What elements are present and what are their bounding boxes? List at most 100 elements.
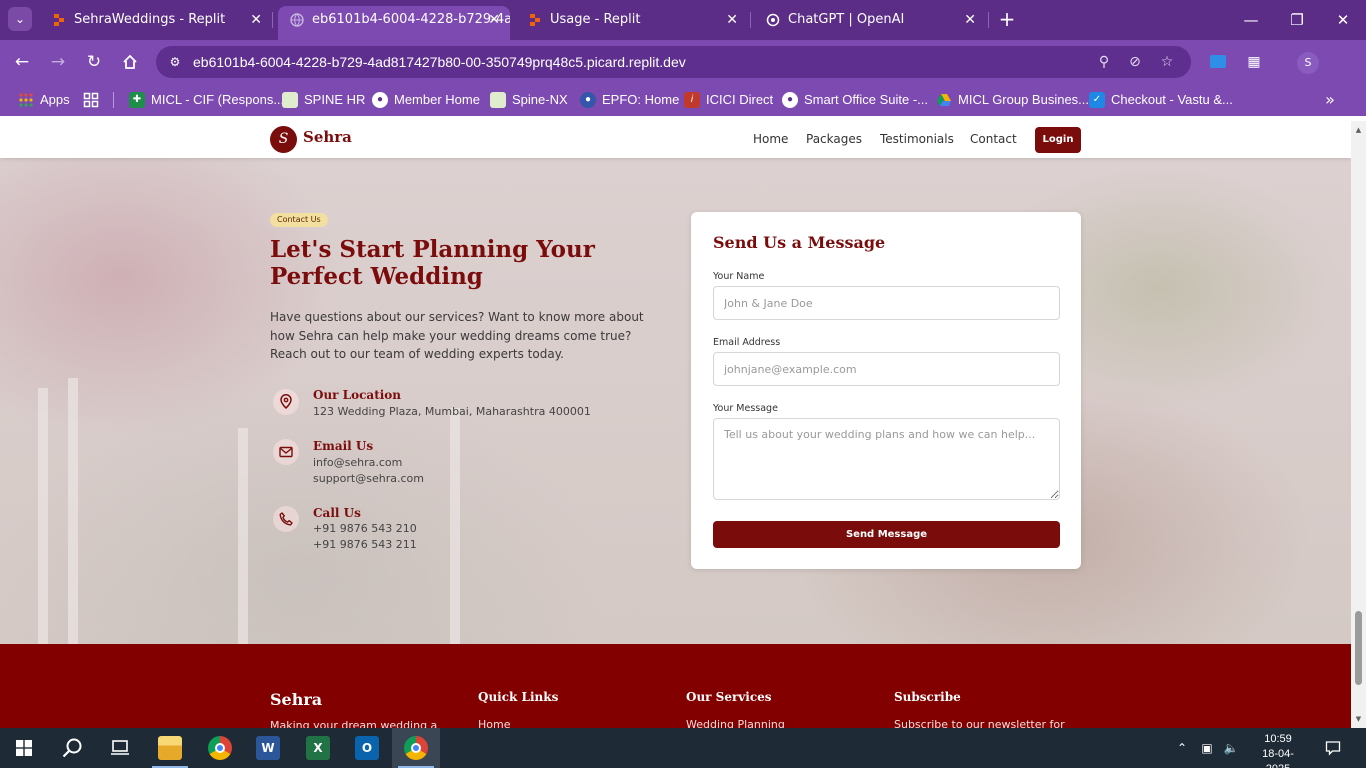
location-address: 123 Wedding Plaza, Mumbai, Maharashtra 4… — [313, 405, 591, 418]
mail-icon — [273, 439, 299, 465]
bookmark-micl-group[interactable]: MICL Group Busines... — [936, 84, 1089, 116]
scrollbar-thumb[interactable] — [1355, 611, 1362, 685]
logo-icon[interactable]: S — [270, 126, 297, 153]
arrow-right-icon: → — [50, 52, 66, 72]
footer-subscribe-heading: Subscribe — [894, 690, 961, 704]
close-icon[interactable]: ✕ — [250, 6, 262, 34]
bookmark-micl-cif[interactable]: ✚ MICL - CIF (Respons... — [129, 84, 284, 116]
tab-sehraweddings[interactable]: SehraWeddings - Replit ✕ — [40, 6, 272, 40]
scroll-up-icon[interactable]: ▲ — [1351, 123, 1366, 137]
tray-overflow-button[interactable]: ⌃ — [1172, 728, 1192, 768]
bookmark-apps[interactable]: Apps — [18, 84, 70, 116]
phone-primary[interactable]: +91 9876 543 210 — [313, 522, 417, 535]
phone-secondary[interactable]: +91 9876 543 211 — [313, 538, 417, 551]
bookmark-icici-direct[interactable]: i ICICI Direct — [684, 84, 773, 116]
clock-date: 18-04-2025 — [1262, 748, 1294, 768]
bookmark-label: MICL - CIF (Respons... — [151, 92, 285, 107]
bookmark-epfo[interactable]: ● EPFO: Home — [580, 84, 679, 116]
contact-badge: Contact Us — [270, 213, 328, 227]
email-label: Email Address — [713, 337, 781, 348]
drive-icon — [936, 92, 952, 108]
bookmarks-overflow-button[interactable]: » — [1320, 84, 1340, 116]
tab-usage-replit[interactable]: Usage - Replit ✕ — [516, 6, 748, 40]
forward-button[interactable]: → — [47, 51, 69, 73]
profile-avatar[interactable]: S — [1297, 52, 1319, 74]
background-tree-trunk — [450, 408, 460, 678]
email-support[interactable]: support@sehra.com — [313, 472, 424, 485]
nav-packages[interactable]: Packages — [806, 132, 862, 146]
site-info-icon[interactable]: ⚙ — [165, 52, 185, 72]
chevron-double-right-icon: » — [1325, 90, 1335, 109]
spine-icon — [282, 92, 298, 108]
bookmark-member-home[interactable]: ● Member Home — [372, 84, 480, 116]
taskbar-outlook[interactable]: O — [343, 728, 391, 768]
eye-off-icon[interactable]: ⊘ — [1125, 52, 1145, 72]
bookmark-tab-groups[interactable] — [83, 84, 99, 116]
taskbar-file-explorer[interactable] — [146, 728, 194, 768]
search-icon — [62, 738, 82, 758]
tab-chatgpt[interactable]: ChatGPT | OpenAI ✕ — [754, 6, 986, 40]
zoom-icon[interactable]: ⚲ — [1094, 52, 1114, 72]
epfo-icon: ● — [580, 92, 596, 108]
restore-button[interactable]: ❐ — [1274, 0, 1320, 40]
nav-testimonials[interactable]: Testimonials — [880, 132, 954, 146]
puzzle-icon: ▦ — [1247, 54, 1261, 70]
email-input[interactable] — [713, 352, 1060, 386]
taskbar-chrome[interactable] — [196, 728, 244, 768]
volume-button[interactable]: 🔈 — [1220, 728, 1242, 768]
footer-brand: Sehra — [270, 690, 323, 709]
scroll-down-icon[interactable]: ▼ — [1351, 712, 1366, 726]
bookmark-label: Checkout - Vastu &... — [1111, 92, 1233, 107]
bookmark-smart-office[interactable]: ● Smart Office Suite -... — [782, 84, 928, 116]
extension-button[interactable] — [1206, 50, 1230, 74]
site-brand[interactable]: Sehra — [303, 128, 352, 146]
taskbar-excel[interactable]: X — [294, 728, 342, 768]
email-primary[interactable]: info@sehra.com — [313, 456, 402, 469]
globe-icon: ● — [782, 92, 798, 108]
contact-heading: Let's Start Planning Your Perfect Weddin… — [270, 236, 595, 290]
tab-separator — [272, 12, 273, 28]
taskbar-search-button[interactable] — [48, 728, 96, 768]
close-icon[interactable]: ✕ — [964, 6, 976, 34]
home-icon — [123, 54, 137, 69]
bookmark-label: Spine-NX — [512, 92, 568, 107]
bookmark-spine-nx[interactable]: Spine-NX — [490, 84, 568, 116]
bookmark-label: EPFO: Home — [602, 92, 680, 107]
close-icon[interactable]: ✕ — [488, 6, 500, 34]
footer-link-wedding-planning[interactable]: Wedding Planning — [686, 718, 785, 728]
minimize-button[interactable]: — — [1228, 0, 1274, 40]
checkbox-icon: ✓ — [1089, 92, 1105, 108]
start-button[interactable] — [0, 728, 48, 768]
nav-contact[interactable]: Contact — [970, 132, 1017, 146]
home-button[interactable] — [119, 51, 141, 73]
name-input[interactable] — [713, 286, 1060, 320]
address-bar[interactable]: ⚙ eb6101b4-6004-4228-b729-4ad817427b80-0… — [156, 46, 1191, 78]
site-footer: Sehra Making your dream wedding a Quick … — [0, 644, 1351, 728]
nav-home[interactable]: Home — [753, 132, 788, 146]
tab-search-button[interactable]: ⌄ — [8, 7, 32, 31]
footer-brand-text: Making your dream wedding a — [270, 719, 438, 728]
login-button[interactable]: Login — [1035, 127, 1081, 153]
close-window-button[interactable]: ✕ — [1320, 0, 1366, 40]
page-scrollbar[interactable]: ▲ ▼ — [1351, 121, 1366, 728]
notifications-button[interactable] — [1320, 728, 1346, 768]
message-textarea[interactable] — [713, 418, 1060, 500]
screen-capture-icon — [1210, 55, 1226, 68]
taskbar-chrome-active[interactable] — [392, 728, 440, 768]
tab-replit-dev-active[interactable]: eb6101b4-6004-4228-b729-4ad ✕ — [278, 6, 510, 40]
bookmark-checkout-vastu[interactable]: ✓ Checkout - Vastu &... — [1089, 84, 1233, 116]
back-button[interactable]: ← — [11, 51, 33, 73]
system-clock[interactable]: 10:59 18-04-2025 — [1250, 732, 1306, 768]
bookmark-star-icon[interactable]: ☆ — [1157, 52, 1177, 72]
reload-button[interactable]: ↻ — [83, 51, 105, 73]
footer-link-home[interactable]: Home — [478, 718, 510, 728]
network-button[interactable]: ▣ — [1196, 728, 1218, 768]
taskbar-word[interactable]: W — [244, 728, 292, 768]
globe-icon — [290, 13, 304, 27]
bookmark-spine-hr[interactable]: SPINE HR — [282, 84, 365, 116]
close-icon[interactable]: ✕ — [726, 6, 738, 34]
send-message-button[interactable]: Send Message — [713, 521, 1060, 548]
task-view-button[interactable] — [96, 728, 144, 768]
extensions-menu-button[interactable]: ▦ — [1242, 50, 1266, 74]
new-tab-button[interactable]: + — [996, 8, 1018, 30]
